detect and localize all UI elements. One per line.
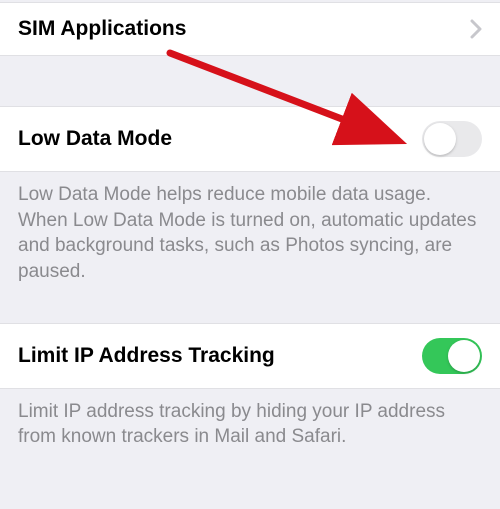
toggle-knob-icon (424, 123, 456, 155)
limit-ip-tracking-label: Limit IP Address Tracking (18, 344, 275, 368)
low-data-mode-toggle[interactable] (422, 121, 482, 157)
sim-applications-row[interactable]: SIM Applications (0, 2, 500, 56)
sim-applications-label: SIM Applications (18, 17, 186, 41)
chevron-right-icon (470, 19, 482, 39)
low-data-mode-row: Low Data Mode (0, 106, 500, 172)
low-data-mode-description: Low Data Mode helps reduce mobile data u… (0, 172, 500, 299)
low-data-mode-label: Low Data Mode (18, 127, 172, 151)
limit-ip-tracking-description: Limit IP address tracking by hiding your… (0, 389, 500, 464)
toggle-knob-icon (448, 340, 480, 372)
limit-ip-tracking-toggle[interactable] (422, 338, 482, 374)
limit-ip-tracking-row: Limit IP Address Tracking (0, 323, 500, 389)
